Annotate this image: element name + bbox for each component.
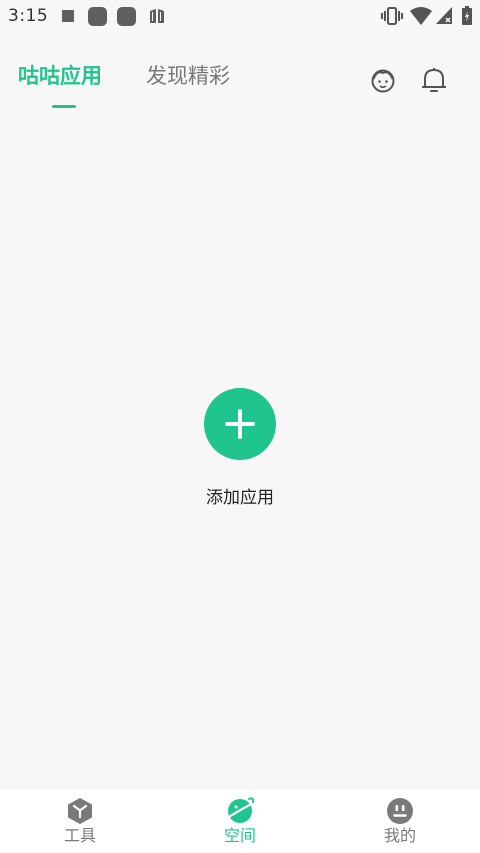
signal-icon <box>436 7 452 24</box>
nav-item-space[interactable]: 空间 <box>160 789 320 853</box>
notification-square-icon <box>62 10 74 22</box>
notification-book-icon <box>150 9 164 23</box>
add-app-label: 添加应用 <box>206 488 274 508</box>
nav-item-tools[interactable]: 工具 <box>0 789 160 853</box>
tab-gugu-apps[interactable]: 咕咕应用 <box>18 62 102 90</box>
vibrate-icon <box>381 7 403 25</box>
nav-item-mine[interactable]: 我的 <box>320 789 480 853</box>
wifi-icon <box>410 7 432 25</box>
nav-label-mine: 我的 <box>383 826 416 845</box>
nav-label-tools: 工具 <box>63 826 96 845</box>
notification-app-icon <box>88 7 107 26</box>
battery-icon <box>462 6 472 25</box>
tab-active-indicator <box>52 105 76 108</box>
status-time: 3:15 <box>8 6 49 26</box>
face-icon[interactable] <box>369 65 397 95</box>
tab-discover[interactable]: 发现精彩 <box>146 62 230 90</box>
notification-app-icon <box>117 7 136 26</box>
bell-icon[interactable] <box>420 65 448 95</box>
status-bar: 3:15 <box>0 0 480 32</box>
plus-icon <box>225 422 255 426</box>
header: 咕咕应用 发现精彩 <box>0 54 480 114</box>
bottom-nav: 工具 空间 我的 <box>0 789 480 853</box>
nav-label-space: 空间 <box>223 826 256 845</box>
add-app-button[interactable] <box>204 388 276 460</box>
